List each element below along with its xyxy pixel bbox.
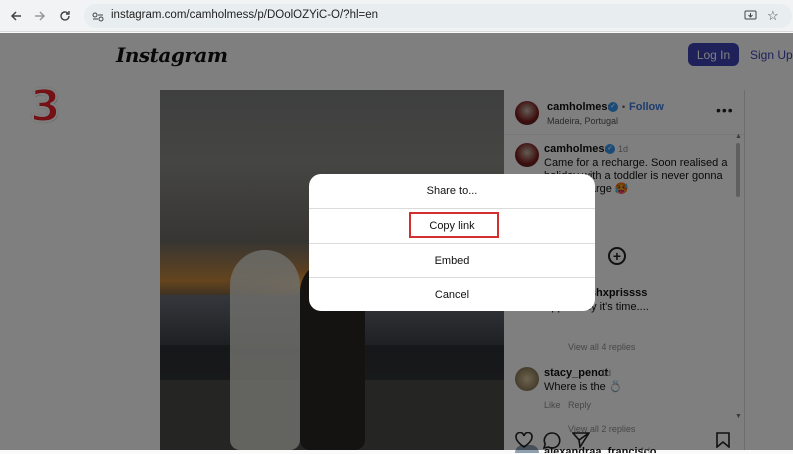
bookmark-star-icon[interactable]: ☆: [767, 8, 779, 24]
cancel-option[interactable]: Cancel: [309, 278, 595, 311]
address-bar[interactable]: instagram.com/camholmess/p/DOolOZYiC-O/?…: [84, 4, 792, 28]
browser-toolbar: instagram.com/camholmess/p/DOolOZYiC-O/?…: [0, 0, 793, 32]
url-text[interactable]: instagram.com/camholmess/p/DOolOZYiC-O/?…: [111, 9, 378, 21]
share-menu-dialog: Share to... Copy link Embed Cancel: [309, 174, 595, 311]
reload-icon[interactable]: [55, 6, 75, 26]
back-arrow-icon[interactable]: [6, 6, 26, 26]
share-to-option[interactable]: Share to...: [309, 174, 595, 208]
copy-link-highlight: [409, 212, 499, 238]
install-app-icon[interactable]: [744, 9, 757, 27]
site-settings-icon[interactable]: [92, 10, 104, 28]
forward-arrow-icon[interactable]: [30, 6, 50, 26]
embed-option[interactable]: Embed: [309, 244, 595, 278]
